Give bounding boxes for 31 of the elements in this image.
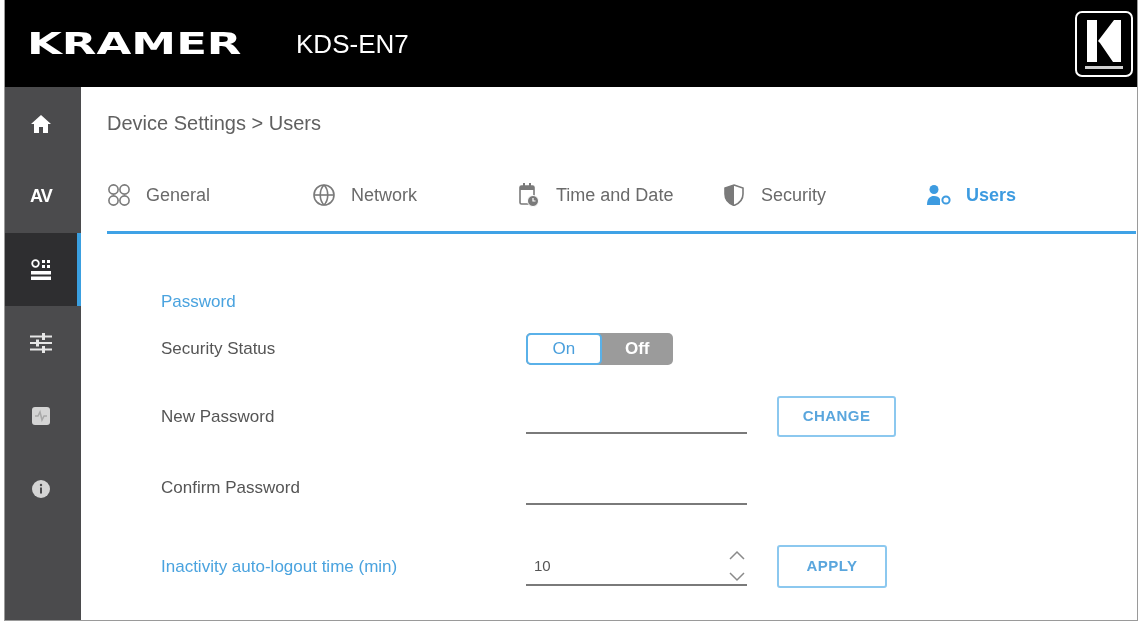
tab[interactable]: Time and Date [517,171,722,219]
spinner-icon[interactable] [728,549,746,582]
sidebar-item[interactable]: AV [5,160,81,233]
calendar-clock-icon [519,183,539,207]
field-label: Inactivity auto-logout time (min) [161,555,399,578]
device-model: KDS-EN7 [296,30,409,57]
section-title: Password [161,291,236,313]
field-label: Confirm Password [161,476,301,499]
toggle-option[interactable]: Off [601,332,673,365]
info-icon [32,479,50,498]
breadcrumb: Device Settings > Users [107,111,321,136]
pulse-icon [32,406,50,425]
tab[interactable]: Network [312,171,517,219]
field-label: New Password [161,405,276,428]
user-gear-icon [927,185,951,205]
logo-icon [1075,10,1133,77]
tab[interactable]: Security [722,171,927,219]
home-icon [31,114,51,133]
toggle-option[interactable]: On [526,332,602,365]
field-label: Security Status [161,337,277,360]
tab[interactable]: Users [927,171,1132,219]
sidebar-item[interactable] [5,233,81,306]
globe-icon [313,184,335,206]
tab[interactable]: General [107,171,312,219]
brand-name: KRAMER [27,28,242,59]
toggle-switch[interactable]: On Off [526,332,673,365]
number-field[interactable]: 10 [526,547,747,586]
shield-icon [724,184,744,206]
sliders-icon [30,332,52,353]
settings-list-icon [31,259,51,280]
four-circles-icon [108,184,130,206]
